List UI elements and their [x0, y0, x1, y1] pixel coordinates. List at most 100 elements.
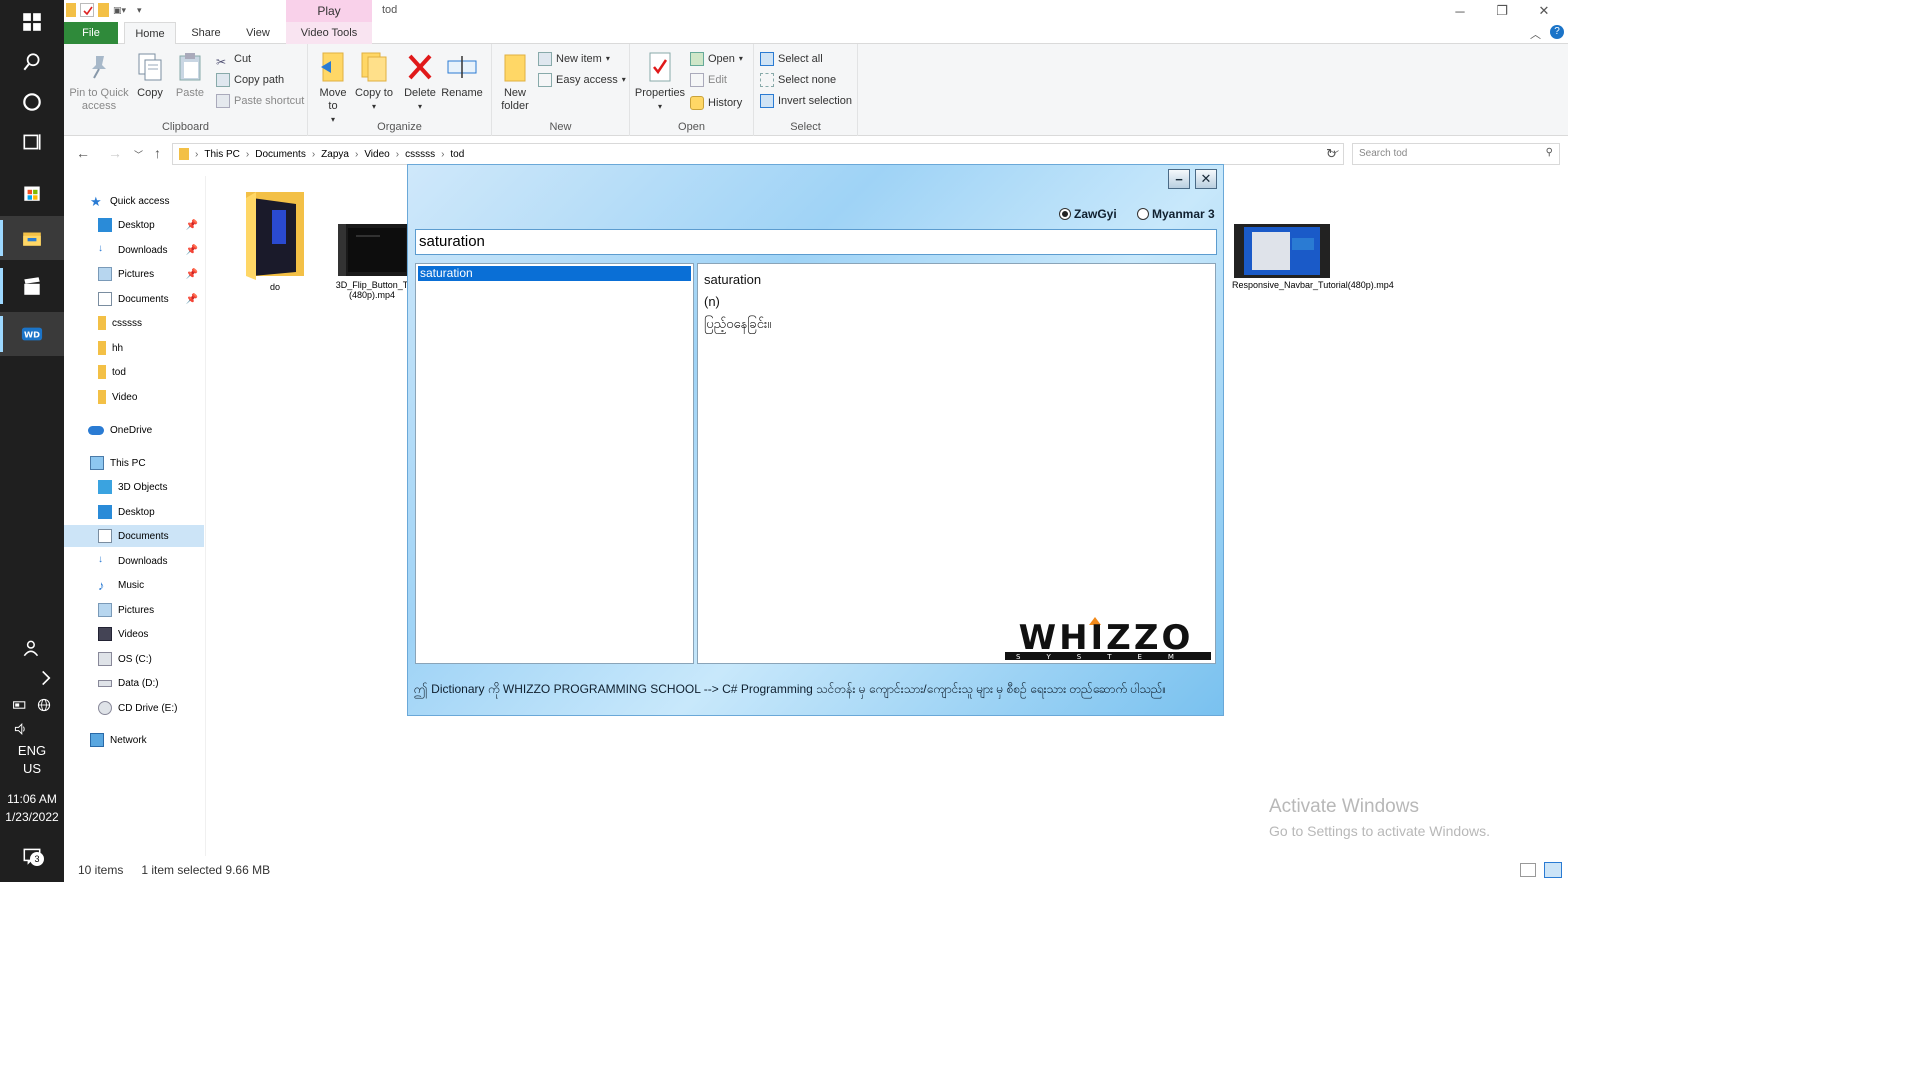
nav-onedrive[interactable]: OneDrive — [64, 419, 204, 441]
search-input[interactable]: Search tod ⚲ — [1352, 143, 1560, 165]
copy-button[interactable]: Copy — [132, 50, 168, 100]
globe-network-icon[interactable] — [36, 697, 52, 713]
breadcrumb-this-pc[interactable]: This PC — [204, 149, 240, 160]
breadcrumb-video[interactable]: Video — [364, 149, 389, 160]
back-button[interactable]: ← — [76, 145, 90, 161]
tab-share[interactable]: Share — [184, 22, 228, 44]
details-view-button[interactable] — [1520, 863, 1536, 877]
nav-desktop-pc[interactable]: Desktop — [64, 501, 204, 523]
edit-button[interactable]: Edit — [690, 70, 727, 90]
refresh-button[interactable]: ↻ — [1326, 146, 1337, 162]
dictionary-search-input[interactable]: saturation — [415, 229, 1217, 255]
address-bar[interactable]: › This PC › Documents › Zapya › Video › … — [172, 143, 1344, 165]
forward-button[interactable]: → — [108, 145, 122, 161]
clock[interactable]: 11:06 AM 1/23/2022 — [0, 790, 64, 826]
breadcrumb-zapya[interactable]: Zapya — [321, 149, 349, 160]
copy-to-button[interactable]: Copy to ▾ — [354, 50, 394, 113]
rename-button[interactable]: Rename — [440, 50, 484, 100]
nav-cd-e[interactable]: CD Drive (E:) — [64, 697, 204, 719]
nav-documents-pc[interactable]: Documents — [64, 525, 204, 547]
select-none-button[interactable]: Select none — [760, 70, 836, 90]
task-view-button[interactable] — [0, 120, 64, 164]
minimize-button[interactable]: ─ — [1440, 0, 1480, 22]
nav-desktop[interactable]: Desktop 📌 — [64, 214, 204, 236]
tab-view[interactable]: View — [234, 22, 282, 44]
nav-downloads-pc[interactable]: ↓ Downloads — [64, 550, 204, 572]
properties-button[interactable]: Properties ▾ — [634, 50, 686, 113]
help-icon[interactable]: ? — [1550, 25, 1564, 39]
dictionary-minimize-button[interactable]: − — [1168, 169, 1190, 189]
video-thumbnail-icon — [1234, 224, 1330, 278]
pictures-icon — [98, 603, 112, 617]
dictionary-close-button[interactable]: ✕ — [1195, 169, 1217, 189]
nav-hh[interactable]: hh — [64, 337, 204, 359]
tab-home[interactable]: Home — [124, 22, 176, 44]
radio-zawgyi[interactable]: ZawGyi — [1059, 207, 1117, 221]
delete-button[interactable]: Delete ▾ — [400, 50, 440, 113]
close-button[interactable]: ✕ — [1524, 0, 1564, 22]
action-center-button[interactable]: 3 — [0, 834, 64, 878]
nav-network[interactable]: Network — [64, 729, 204, 751]
move-to-button[interactable]: Move to ▾ — [314, 50, 352, 126]
breadcrumb-tod[interactable]: tod — [450, 149, 464, 160]
collapse-ribbon-icon[interactable]: ︿ — [1530, 26, 1541, 42]
dropdown-arrow-icon[interactable]: ▾ — [137, 3, 145, 17]
folder-icon[interactable] — [66, 3, 76, 17]
video-item-responsive-navbar[interactable]: Responsive_Navbar_Tutorial(480p).mp4 — [1232, 224, 1394, 290]
volume-button[interactable] — [0, 716, 64, 742]
easy-access-button[interactable]: Easy access ▾ — [538, 70, 626, 90]
language-indicator[interactable]: ENG US — [0, 742, 64, 778]
customize-toolbar-icon[interactable]: ▣▾ — [113, 3, 133, 17]
cut-button[interactable]: ✂ Cut — [216, 49, 251, 69]
paste-shortcut-button[interactable]: Paste shortcut — [216, 91, 304, 111]
nav-music[interactable]: ♪ Music — [64, 574, 204, 596]
close-icon: ✕ — [1538, 3, 1550, 18]
nav-os-c[interactable]: OS (C:) — [64, 648, 204, 670]
search-button[interactable] — [0, 40, 64, 84]
new-folder-icon[interactable] — [98, 3, 109, 17]
nav-data-d[interactable]: Data (D:) — [64, 672, 204, 694]
nav-documents[interactable]: Documents 📌 — [64, 288, 204, 310]
cortana-button[interactable] — [0, 80, 64, 124]
film-icon — [98, 627, 112, 641]
pin-to-quick-access-button[interactable]: Pin to Quick access — [68, 50, 130, 113]
invert-selection-button[interactable]: Invert selection — [760, 91, 852, 111]
tab-video-tools[interactable]: Video Tools — [286, 22, 372, 44]
nav-tod[interactable]: tod — [64, 361, 204, 383]
new-item-button[interactable]: New item ▾ — [538, 49, 610, 69]
nav-quick-access[interactable]: ★ Quick access — [64, 190, 204, 212]
whizzo-app[interactable]: WD — [0, 312, 64, 356]
nav-downloads[interactable]: ↓ Downloads 📌 — [64, 239, 204, 261]
history-button[interactable]: History — [690, 93, 742, 113]
nav-videos[interactable]: Videos — [64, 623, 204, 645]
video-item-3d-flip[interactable]: 3D_Flip_Button_T (480p).mp4 — [334, 222, 414, 300]
open-button[interactable]: Open ▾ — [690, 49, 743, 69]
tab-file[interactable]: File — [64, 22, 118, 44]
properties-check-icon[interactable] — [80, 3, 94, 17]
store-app[interactable] — [0, 170, 64, 214]
nav-pictures[interactable]: Pictures 📌 — [64, 263, 204, 285]
radio-myanmar3[interactable]: Myanmar 3 — [1137, 207, 1215, 221]
nav-video[interactable]: Video — [64, 386, 204, 408]
nav-csssss[interactable]: csssss — [64, 312, 204, 334]
list-item[interactable]: saturation — [418, 266, 691, 281]
word-result-list[interactable]: saturation — [415, 263, 694, 664]
folder-item-do[interactable]: do — [238, 190, 312, 292]
recent-locations-button[interactable]: ﹀ — [134, 148, 143, 161]
breadcrumb-documents[interactable]: Documents — [255, 149, 306, 160]
paste-button[interactable]: Paste — [172, 50, 208, 100]
restore-button[interactable]: ❐ — [1482, 0, 1522, 22]
file-explorer-app[interactable] — [0, 216, 64, 260]
battery-icon[interactable] — [12, 697, 28, 713]
up-button[interactable]: ↑ — [154, 145, 161, 161]
video-app[interactable] — [0, 264, 64, 308]
breadcrumb-csssss[interactable]: csssss — [405, 149, 435, 160]
large-icons-view-button[interactable] — [1544, 862, 1562, 878]
copy-path-button[interactable]: Copy path — [216, 70, 284, 90]
select-all-button[interactable]: Select all — [760, 49, 823, 69]
nav-3d-objects[interactable]: 3D Objects — [64, 476, 204, 498]
nav-pictures-pc[interactable]: Pictures — [64, 599, 204, 621]
start-button[interactable] — [0, 0, 64, 44]
nav-this-pc[interactable]: This PC — [64, 452, 204, 474]
new-folder-button[interactable]: New folder — [496, 50, 534, 113]
